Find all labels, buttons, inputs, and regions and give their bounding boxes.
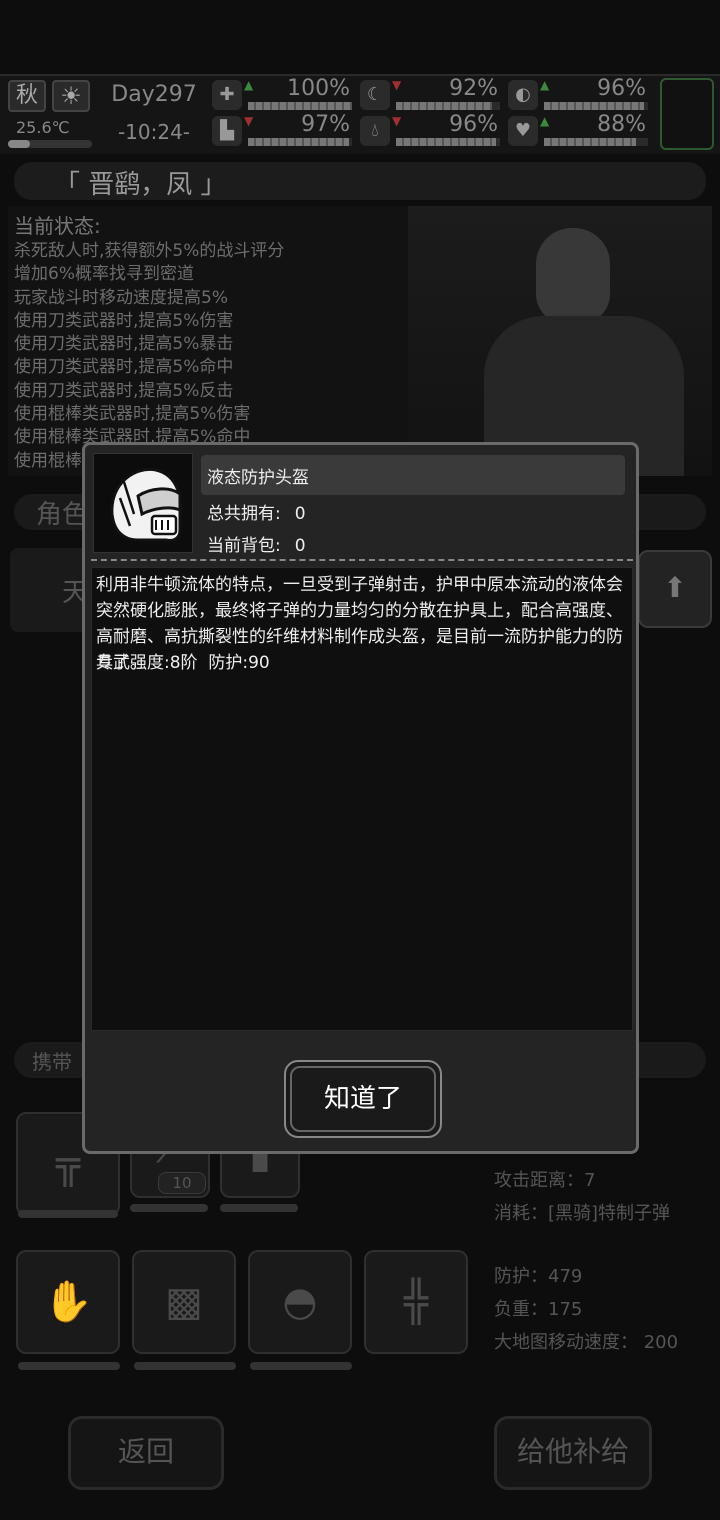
water-drop-icon: 💧︎ xyxy=(360,116,390,146)
medicine-fill xyxy=(544,102,644,110)
arrow-up-icon: ▲ xyxy=(244,78,254,92)
map-speed: 大地图移动速度： 200 xyxy=(494,1332,679,1353)
durability-bar xyxy=(250,1362,352,1370)
durability-bar xyxy=(130,1204,208,1212)
role-label: 角色 xyxy=(36,500,89,530)
durability-bar xyxy=(18,1210,118,1218)
temperature: 25.6℃ xyxy=(16,118,70,137)
mood-meter: ♥ ▲ 88% xyxy=(508,112,648,148)
armor-info: 防护：479 负重：175 大地图移动速度： 200 xyxy=(494,1260,678,1359)
helmet-icon: ◓ xyxy=(282,1279,318,1325)
status-line: 杀死敌人时,获得额外5%的战斗评分 xyxy=(14,241,285,261)
upgrade-icon: ⬆ xyxy=(663,571,687,604)
health-percent: 100% xyxy=(287,76,350,101)
pill-icon: ◐ xyxy=(508,80,538,110)
menu-button[interactable] xyxy=(660,78,714,150)
armor-defense: 防护：479 xyxy=(494,1266,583,1287)
bag-label: 当前背包: xyxy=(207,536,281,556)
ok-button[interactable]: 知道了 xyxy=(284,1060,442,1138)
arrow-down-icon: ▼ xyxy=(392,114,402,128)
armor-slot-helmet[interactable]: ◓ xyxy=(248,1250,352,1354)
item-name-bar: 液态防护头盔 xyxy=(201,455,625,495)
medicine-meter: ◐ ▲ 96% xyxy=(508,76,648,112)
medicine-percent: 96% xyxy=(597,76,646,101)
status-line: 使用刀类武器时,提高5%反击 xyxy=(14,380,234,401)
mood-fill xyxy=(544,138,636,146)
status-title: 当前状态: xyxy=(14,214,101,238)
armor-slot-gear[interactable]: ╬ xyxy=(364,1250,468,1354)
hunger-percent: 92% xyxy=(449,76,498,101)
weapon-info: 攻击距离：7 消耗：[黑骑]特制子弹 xyxy=(494,1164,670,1230)
bag-value: 0 xyxy=(294,536,306,556)
health-fill xyxy=(248,102,352,110)
status-line: 使用刀类武器时,提高5%伤害 xyxy=(14,310,234,331)
character-name: 「 晋鹞，凤 」 xyxy=(54,170,227,200)
arrow-up-icon: ▲ xyxy=(540,78,550,92)
character-name-bar: 「 晋鹞，凤 」 xyxy=(14,162,706,200)
back-button[interactable]: 返回 xyxy=(68,1416,224,1490)
season-badge: 秋 xyxy=(8,80,46,112)
character-status-panel: 当前状态: 杀死敌人时,获得额外5%的战斗评分 增加6%概率找寻到密道 玩家战斗… xyxy=(8,206,712,476)
weapon-consumes: 消耗：[黑骑]特制子弹 xyxy=(494,1203,671,1224)
thirst-fill xyxy=(396,138,496,146)
body-armor-icon: ▩ xyxy=(165,1279,203,1325)
thirst-percent: 96% xyxy=(449,112,498,137)
status-line: 使用刀类武器时,提高5%暴击 xyxy=(14,334,234,355)
hunger-fill xyxy=(396,102,492,110)
durability-bar xyxy=(220,1204,298,1212)
talent-button[interactable]: 天 xyxy=(10,548,90,632)
character-portrait xyxy=(408,206,712,476)
armor-slot-gloves[interactable]: ✋ xyxy=(16,1250,120,1354)
medkit-icon: ✚ xyxy=(212,80,242,110)
status-line: 玩家战斗时移动速度提高5% xyxy=(14,287,228,308)
day-counter: Day297 xyxy=(111,82,197,107)
stamina-fill xyxy=(248,138,349,146)
dashed-divider xyxy=(91,559,633,561)
hunger-meter: ☾ ▼ 92% xyxy=(360,76,500,112)
item-stats: 专武强度:8阶 防护:90 xyxy=(96,653,270,673)
owned-value: 0 xyxy=(294,504,306,524)
armor-slot-body[interactable]: ▩ xyxy=(132,1250,236,1354)
arrow-down-icon: ▼ xyxy=(244,114,254,128)
durability-bar xyxy=(134,1362,236,1370)
status-line: 使用刀类武器时,提高5%命中 xyxy=(14,357,234,378)
carry-label: 携带 xyxy=(32,1050,72,1074)
sun-icon: ☀ xyxy=(52,80,90,112)
status-line: 增加6%概率找寻到密道 xyxy=(14,264,194,285)
health-meter: ✚ ▲ 100% xyxy=(212,76,352,112)
upgrade-button[interactable]: ⬆ xyxy=(638,550,712,628)
stomach-icon: ☾ xyxy=(360,80,390,110)
thirst-meter: 💧︎ ▼ 96% xyxy=(360,112,500,148)
helmet-icon xyxy=(110,467,182,542)
arrow-up-icon: ▲ xyxy=(540,114,550,128)
stamina-percent: 97% xyxy=(301,112,350,137)
game-time: -10:24- xyxy=(117,120,191,144)
item-image xyxy=(93,453,193,553)
durability-bar xyxy=(18,1362,120,1370)
gloves-icon: ✋ xyxy=(43,1279,93,1325)
mood-percent: 88% xyxy=(597,112,646,137)
item-name: 液态防护头盔 xyxy=(207,468,309,488)
status-line: 使用棍棒类武器时,提高5%伤害 xyxy=(14,404,251,425)
status-lines: 杀死敌人时,获得额外5%的战斗评分 增加6%概率找寻到密道 玩家战斗时移动速度提… xyxy=(14,240,284,473)
description-box: 利用非牛顿流体的特点，一旦受到子弹射击，护甲中原本流动的液体会突然硬化膨胀，最终… xyxy=(91,567,633,1031)
backpack-icon: ╬ xyxy=(403,1279,429,1325)
item-detail-dialog: 液态防护头盔 总共拥有: 0 当前背包: 0 利用非牛顿流体的特点，一旦受到子弹射击… xyxy=(82,442,639,1154)
arrow-down-icon: ▼ xyxy=(392,78,402,92)
thermometer-icon xyxy=(8,140,92,148)
owned-label: 总共拥有: xyxy=(207,504,281,524)
bag-count-row: 当前背包: 0 xyxy=(207,531,306,556)
ok-button-label: 知道了 xyxy=(290,1066,436,1132)
stamina-meter: ▙ ▼ 97% xyxy=(212,112,352,148)
ammo-count: 10 xyxy=(158,1172,206,1194)
weapon-range: 攻击距离：7 xyxy=(494,1170,596,1191)
heart-icon: ♥ xyxy=(508,116,538,146)
foot-icon: ▙ xyxy=(212,116,242,146)
owned-count-row: 总共拥有: 0 xyxy=(207,499,306,524)
give-supply-button[interactable]: 给他补给 xyxy=(494,1416,652,1490)
armor-weight: 负重：175 xyxy=(494,1299,583,1320)
